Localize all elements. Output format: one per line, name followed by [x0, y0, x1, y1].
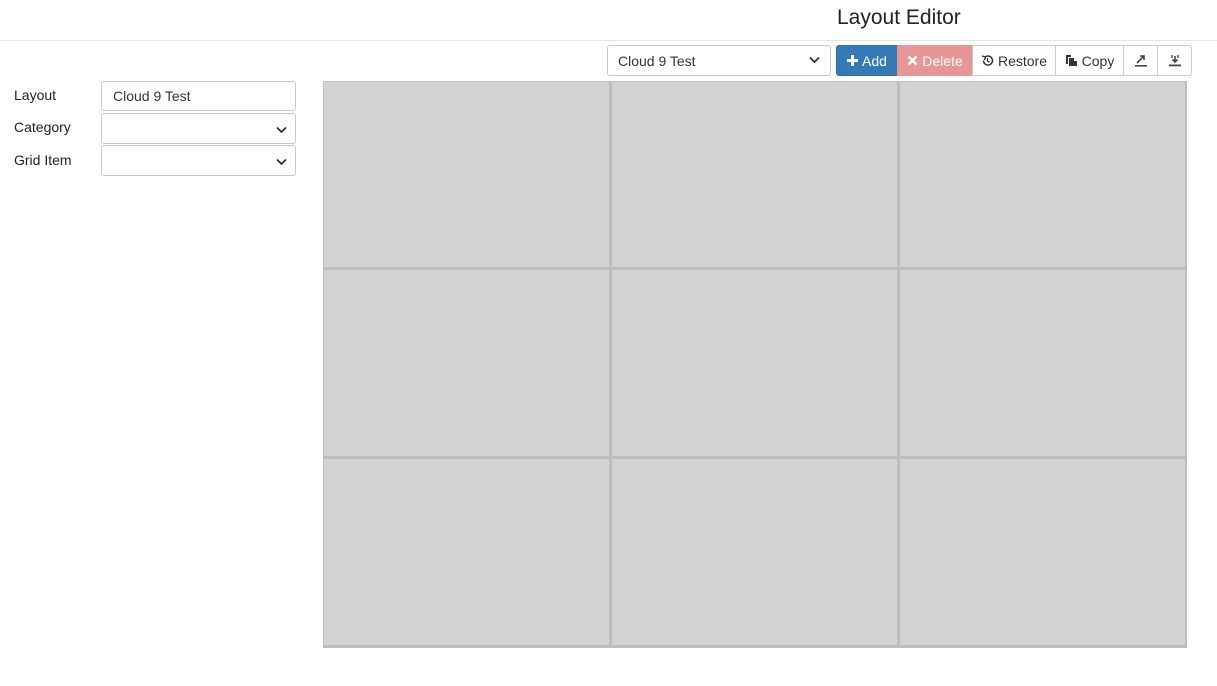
category-label: Category — [14, 119, 71, 135]
toolbar: Cloud 9 Test Add Delete Restore Copy — [607, 45, 1192, 76]
grid-item-label: Grid Item — [14, 152, 72, 168]
layout-name-input[interactable]: Cloud 9 Test — [101, 81, 296, 111]
export-icon — [1134, 54, 1148, 67]
import-button[interactable] — [1157, 45, 1192, 76]
grid-cell[interactable] — [612, 270, 897, 456]
grid-item-select[interactable] — [101, 145, 296, 176]
layout-select[interactable]: Cloud 9 Test — [607, 45, 831, 76]
copy-icon — [1065, 54, 1078, 67]
restore-button-label: Restore — [997, 52, 1048, 69]
delete-button-label: Delete — [922, 52, 963, 69]
plus-icon — [847, 55, 859, 66]
layout-grid — [323, 81, 1187, 648]
page-header: Layout Editor — [0, 0, 1217, 41]
layout-name-value: Cloud 9 Test — [113, 88, 191, 104]
grid-cell[interactable] — [900, 270, 1185, 456]
grid-cell[interactable] — [900, 82, 1185, 267]
grid-cell[interactable] — [612, 459, 897, 645]
add-button-label: Add — [862, 52, 887, 69]
import-icon — [1168, 54, 1182, 67]
add-button[interactable]: Add — [836, 45, 898, 76]
delete-button[interactable]: Delete — [897, 45, 973, 76]
chevron-down-icon — [809, 55, 820, 67]
page-title: Layout Editor — [837, 6, 961, 29]
grid-cell[interactable] — [324, 270, 609, 456]
category-select[interactable] — [101, 113, 296, 144]
grid-cell[interactable] — [900, 459, 1185, 645]
restore-button[interactable]: Restore — [972, 45, 1056, 76]
history-icon — [981, 54, 994, 67]
grid-cell[interactable] — [324, 82, 609, 267]
grid-cell[interactable] — [612, 82, 897, 267]
copy-button-label: Copy — [1081, 52, 1115, 69]
export-button[interactable] — [1123, 45, 1158, 76]
chevron-down-icon — [276, 121, 287, 137]
chevron-down-icon — [276, 153, 287, 169]
copy-button[interactable]: Copy — [1055, 45, 1124, 76]
close-icon — [907, 55, 918, 66]
grid-cell[interactable] — [324, 459, 609, 645]
layout-select-value: Cloud 9 Test — [618, 52, 696, 69]
layout-label: Layout — [14, 87, 57, 103]
